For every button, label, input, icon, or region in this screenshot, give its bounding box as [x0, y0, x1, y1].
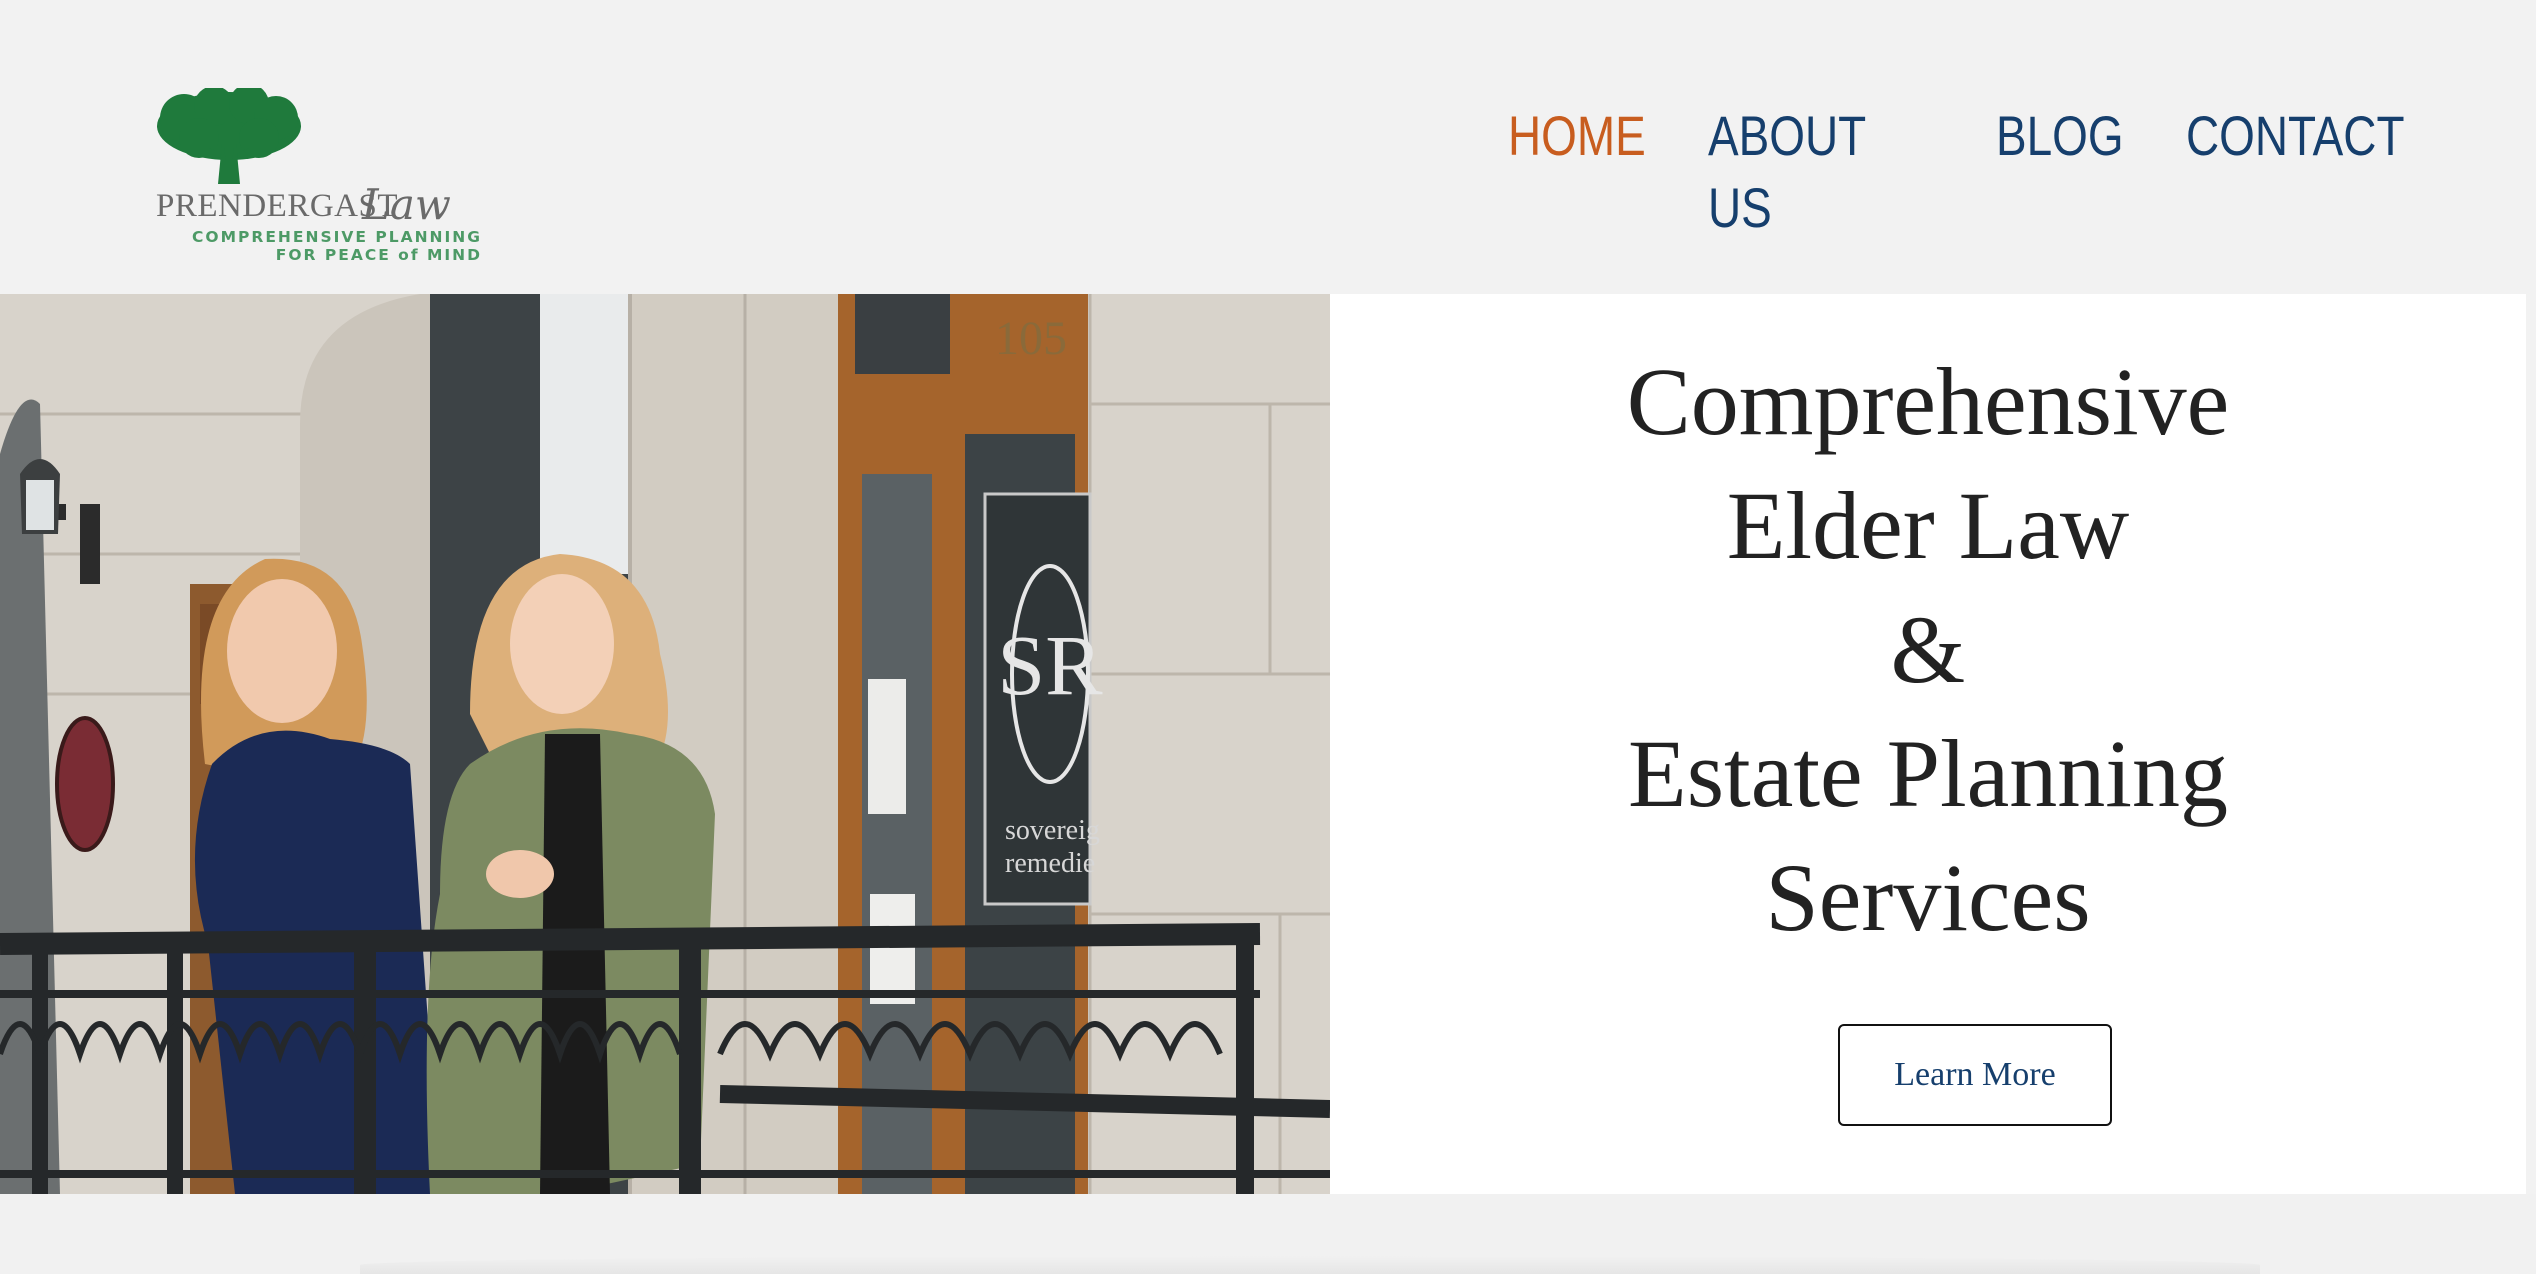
below-hero-section: [0, 1194, 2536, 1274]
door-sign-text-1: sovereig: [1005, 815, 1100, 846]
headline-line-3: &: [1890, 596, 1966, 703]
nav-blog[interactable]: BLOG: [1996, 100, 2124, 172]
headline-line-2: Elder Law: [1726, 472, 2130, 579]
learn-more-button[interactable]: Learn More: [1838, 1024, 2112, 1126]
hero-headline: Comprehensive Elder Law & Estate Plannin…: [1330, 340, 2526, 960]
page: PRENDERGAST Law COMPREHENSIVE PLANNING F…: [0, 0, 2536, 1274]
page-right-margin: [2526, 0, 2536, 1274]
headline-line-1: Comprehensive: [1626, 348, 2230, 455]
nav-about-us[interactable]: ABOUT US: [1708, 100, 1885, 244]
storefront-photo-illustration: SR sovereig remedie 105: [0, 294, 1330, 1194]
door-sign-text-2: remedie: [1005, 848, 1095, 879]
main-nav: HOME ABOUT US BLOG CONTACT: [1508, 100, 2405, 244]
logo-tagline-1: COMPREHENSIVE PLANNING: [192, 228, 482, 246]
oak-tree-icon: [157, 88, 301, 184]
address-number: 105: [995, 312, 1067, 365]
logo-tagline-2: FOR PEACE of MIND: [275, 246, 482, 264]
headline-line-5: Services: [1765, 844, 2091, 951]
hero-text-panel: Comprehensive Elder Law & Estate Plannin…: [1330, 294, 2526, 1194]
section-shadow: [360, 1256, 2260, 1274]
nav-home[interactable]: HOME: [1508, 100, 1646, 172]
site-header: PRENDERGAST Law COMPREHENSIVE PLANNING F…: [0, 0, 2536, 294]
logo-script: Law: [362, 180, 451, 229]
hero-photo: SR sovereig remedie 105: [0, 294, 1330, 1194]
site-logo[interactable]: PRENDERGAST Law COMPREHENSIVE PLANNING F…: [152, 88, 482, 268]
headline-line-4: Estate Planning: [1628, 720, 2228, 827]
nav-contact[interactable]: CONTACT: [2186, 100, 2405, 172]
door-sign-letters: SR: [997, 617, 1103, 713]
